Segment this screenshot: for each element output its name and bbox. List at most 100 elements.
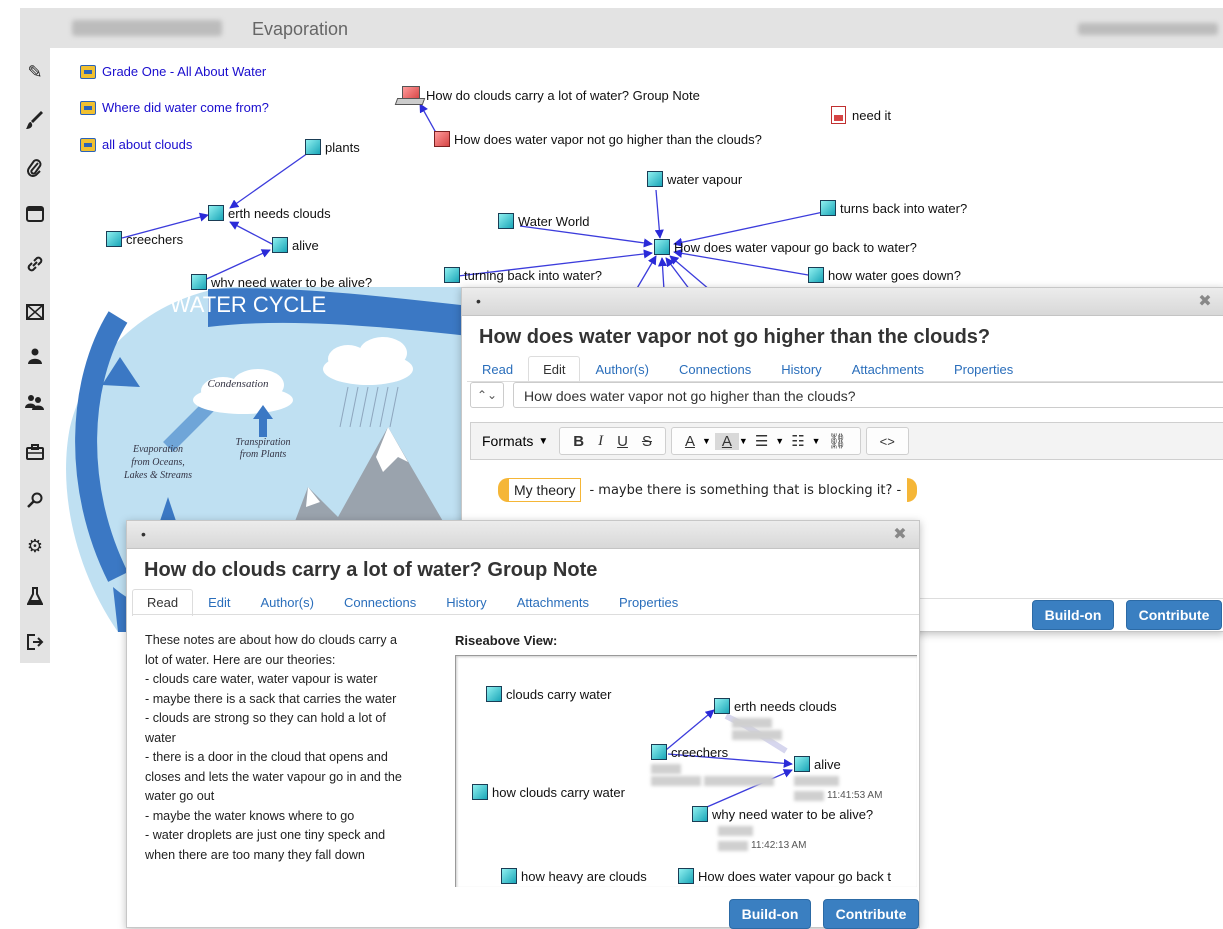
window-titlebar[interactable]: • ✖ xyxy=(462,288,1223,316)
strikethrough-icon[interactable]: S xyxy=(635,433,659,450)
code-group: <> xyxy=(865,427,909,455)
note-vapour-back[interactable]: How does water vapour go back to water? xyxy=(654,239,917,255)
body-line: closes and lets the water vapour go in a… xyxy=(145,769,402,784)
ra-note-clouds-carry[interactable]: clouds carry water xyxy=(486,686,611,702)
formats-dropdown[interactable]: Formats ▼ xyxy=(476,427,554,455)
note-turns-back[interactable]: turns back into water? xyxy=(820,200,967,216)
numbered-list-icon[interactable]: ☷ xyxy=(784,432,811,450)
ra-meta-alive-time: 11:41:53 AM xyxy=(794,790,882,801)
note-label: why need water to be alive? xyxy=(712,806,874,822)
updown-icon: ⌃⌄ xyxy=(476,388,498,402)
note-icon xyxy=(472,784,488,800)
tab-authors[interactable]: Author(s) xyxy=(245,589,328,616)
insert-link-icon[interactable]: ⛓ xyxy=(821,432,854,450)
scaffold-text[interactable]: - maybe there is something that is block… xyxy=(589,483,901,498)
note-water-world[interactable]: Water World xyxy=(498,213,590,229)
italic-icon[interactable]: I xyxy=(591,433,610,450)
caret-down-icon[interactable]: ▼ xyxy=(775,436,784,446)
body-line: These notes are about how do clouds carr… xyxy=(145,633,398,647)
close-icon[interactable]: ✖ xyxy=(889,525,911,545)
note-turning-back[interactable]: turning back into water? xyxy=(444,267,602,283)
text-color-icon[interactable]: A xyxy=(678,433,702,450)
note-icon xyxy=(794,756,810,772)
note-icon xyxy=(434,131,450,147)
body-line: - there is a door in the cloud that open… xyxy=(145,750,388,764)
note-plants[interactable]: plants xyxy=(305,139,360,155)
tab-connections[interactable]: Connections xyxy=(329,589,431,616)
title-row: ⌃⌄ How does water vapor not go higher th… xyxy=(470,382,1223,410)
ra-note-heavy[interactable]: how heavy are clouds xyxy=(501,868,647,884)
condensation-label: Condensation xyxy=(207,378,269,390)
ra-note-creechers[interactable]: creechers xyxy=(651,744,728,760)
ra-note-why-alive[interactable]: why need water to be alive? xyxy=(692,806,873,822)
link-where-water[interactable]: Where did water come from? xyxy=(80,100,269,115)
note-label: How does water vapour go back to water? xyxy=(674,239,917,255)
note-vapor-higher[interactable]: How does water vapor not go higher than … xyxy=(434,131,762,147)
ra-note-how-clouds-carry[interactable]: how clouds carry water xyxy=(472,784,625,800)
source-code-icon[interactable]: <> xyxy=(873,434,902,449)
caret-down-icon[interactable]: ▼ xyxy=(702,436,711,446)
formats-label: Formats xyxy=(482,433,534,449)
riseabove-view[interactable]: clouds carry water erth needs clouds cre… xyxy=(455,655,917,887)
caret-down-icon[interactable]: ▼ xyxy=(812,436,821,446)
tab-read[interactable]: Read xyxy=(132,589,194,616)
note-icon xyxy=(486,686,502,702)
note-goes-down[interactable]: how water goes down? xyxy=(808,267,961,283)
caret-down-icon[interactable]: ▼ xyxy=(739,436,748,446)
note-label: how water goes down? xyxy=(828,267,961,283)
contribute-button[interactable]: Contribute xyxy=(1126,600,1222,630)
note-label: How does water vapor not go higher than … xyxy=(454,131,762,147)
note-creechers[interactable]: creechers xyxy=(106,231,183,247)
window-titlebar[interactable]: • ✖ xyxy=(127,521,919,549)
ra-meta-why xyxy=(718,826,756,836)
background-color-icon[interactable]: A xyxy=(714,432,739,450)
body-line: when there are too many they fall down xyxy=(145,847,365,862)
link-all-about-clouds[interactable]: all about clouds xyxy=(80,137,192,152)
timestamp: 11:42:13 AM xyxy=(751,840,807,851)
buildon-button[interactable]: Build-on xyxy=(729,899,811,929)
tab-history[interactable]: History xyxy=(431,589,501,616)
tab-history[interactable]: History xyxy=(766,356,836,383)
note-type-selector[interactable]: ⌃⌄ xyxy=(470,382,504,408)
close-icon[interactable]: ✖ xyxy=(1194,292,1216,312)
ra-meta-creechers xyxy=(651,764,684,774)
note-label: turning back into water? xyxy=(464,267,603,283)
tab-connections[interactable]: Connections xyxy=(664,356,766,383)
note-alive[interactable]: alive xyxy=(272,237,319,253)
note-icon xyxy=(714,698,730,714)
underline-icon[interactable]: U xyxy=(610,433,635,450)
evaporation-label-2: from Oceans, xyxy=(131,457,185,468)
note-label: alive xyxy=(292,237,319,253)
note-need-it[interactable]: need it xyxy=(831,106,891,124)
tab-attachments[interactable]: Attachments xyxy=(837,356,939,383)
scaffold-support[interactable]: My theory - maybe there is something tha… xyxy=(498,478,918,502)
scaffold-open-cap xyxy=(498,478,508,502)
ra-note-alive[interactable]: alive xyxy=(794,756,841,772)
tab-read[interactable]: Read xyxy=(467,356,528,383)
link-grade-one[interactable]: Grade One - All About Water xyxy=(80,64,266,79)
note-tabs: Read Edit Author(s) Connections History … xyxy=(132,589,693,616)
tab-attachments[interactable]: Attachments xyxy=(502,589,604,616)
tab-authors[interactable]: Author(s) xyxy=(580,356,663,383)
tab-properties[interactable]: Properties xyxy=(604,589,693,616)
window-dot: • xyxy=(141,526,146,542)
note-tabs: Read Edit Author(s) Connections History … xyxy=(467,356,1028,383)
link-label: all about clouds xyxy=(102,137,193,152)
ra-note-erth[interactable]: erth needs clouds xyxy=(714,698,837,714)
tab-edit[interactable]: Edit xyxy=(193,589,245,616)
note-title: How do clouds carry a lot of water? Grou… xyxy=(144,559,598,581)
note-label: water vapour xyxy=(667,171,743,187)
note-water-vapour[interactable]: water vapour xyxy=(647,171,742,187)
title-input[interactable]: How does water vapor not go higher than … xyxy=(513,382,1223,408)
buildon-button[interactable]: Build-on xyxy=(1032,600,1114,630)
bold-icon[interactable]: B xyxy=(566,433,591,450)
contribute-button[interactable]: Contribute xyxy=(823,899,919,929)
note-group-note[interactable]: How do clouds carry a lot of water? Grou… xyxy=(396,86,700,104)
tab-properties[interactable]: Properties xyxy=(939,356,1028,383)
bullet-list-icon[interactable]: ☰ xyxy=(748,432,775,450)
note-label: how heavy are clouds xyxy=(521,868,647,884)
tab-edit[interactable]: Edit xyxy=(528,356,581,383)
note-erth-needs-clouds[interactable]: erth needs clouds xyxy=(208,205,331,221)
caret-down-icon: ▼ xyxy=(538,435,549,447)
ra-note-vapour-back[interactable]: How does water vapour go back t xyxy=(678,868,891,884)
